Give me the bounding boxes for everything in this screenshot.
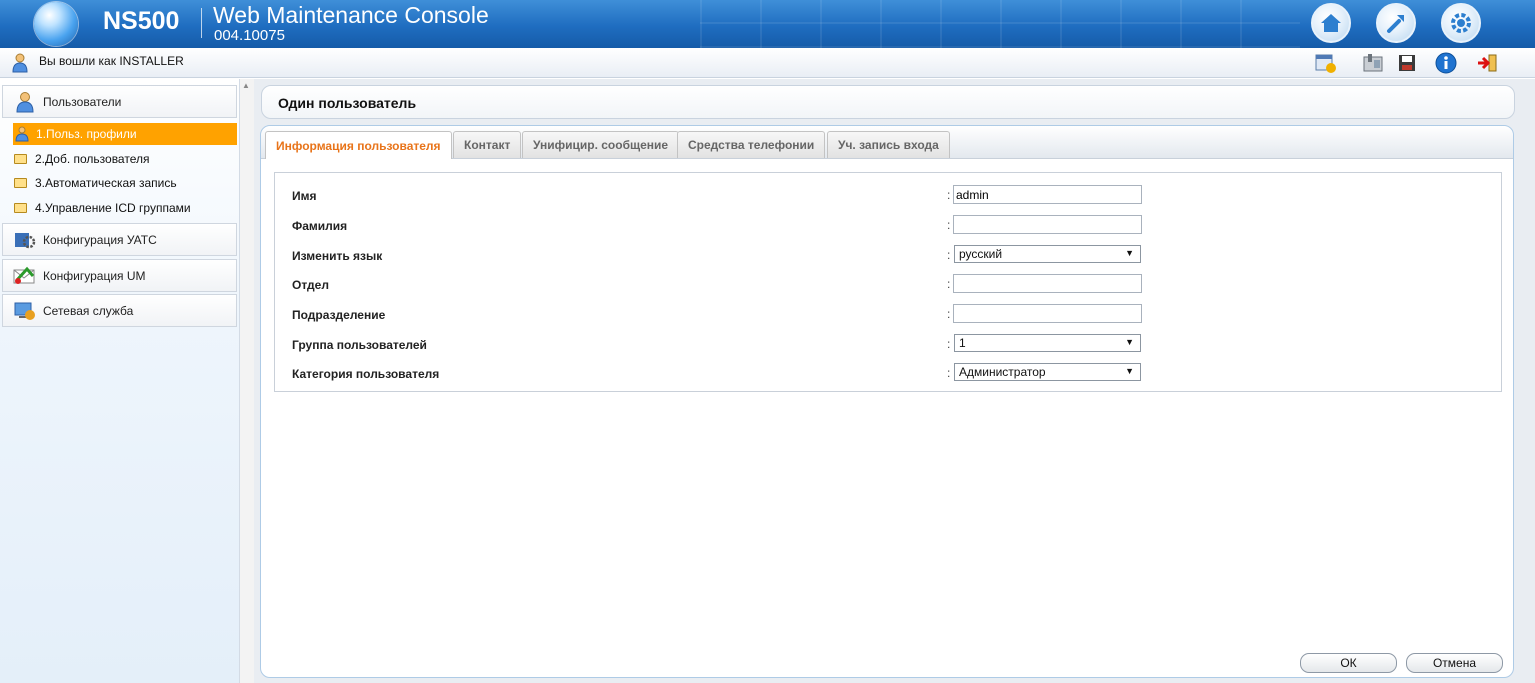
tab-login-account[interactable]: Уч. запись входа — [827, 131, 950, 158]
user-info-form: Имя : Фамилия : Изменить язык : русский … — [274, 172, 1502, 392]
content-panel: Информация пользователя Контакт Унифицир… — [260, 125, 1514, 678]
calendar-alert-button[interactable] — [1315, 53, 1337, 73]
page-title: Один пользователь — [278, 95, 417, 111]
login-status-text: Вы вошли как INSTALLER — [39, 54, 184, 68]
sidebar-item-user-profiles[interactable]: 1.Польз. профили — [13, 123, 237, 145]
field-label: Имя — [292, 189, 317, 203]
console-version: 004.10075 — [214, 27, 285, 44]
tab-user-info[interactable]: Информация пользователя — [265, 131, 452, 159]
sidebar: Пользователи 1.Польз. профили 2.Доб. пол… — [0, 79, 240, 683]
form-row-surname: Фамилия : — [275, 215, 1501, 239]
dropdown-arrow-icon: ▼ — [1125, 366, 1134, 376]
user-group-select[interactable]: 1 ▼ — [954, 334, 1141, 352]
division-input[interactable] — [953, 304, 1142, 323]
ok-button[interactable]: ОК — [1300, 653, 1397, 673]
gear-icon — [1451, 13, 1471, 33]
tab-bar: Информация пользователя Контакт Унифицир… — [261, 126, 1513, 159]
field-label: Изменить язык — [292, 249, 383, 263]
info-icon — [1435, 52, 1457, 74]
field-label: Группа пользователей — [292, 338, 427, 352]
field-label: Фамилия — [292, 219, 348, 233]
form-row-name: Имя : — [275, 185, 1501, 209]
form-row-department: Отдел : — [275, 274, 1501, 298]
sidebar-item-label: 1.Польз. профили — [36, 127, 137, 141]
field-label: Категория пользователя — [292, 367, 440, 381]
field-label: Подразделение — [292, 308, 386, 322]
sidebar-category-label: Конфигурация UM — [43, 268, 146, 283]
language-select[interactable]: русский ▼ — [954, 245, 1141, 263]
phone-button[interactable] — [1362, 53, 1384, 73]
sidebar-scrollbar[interactable]: ▲ — [240, 79, 254, 683]
sidebar-category-network-service[interactable]: Сетевая служба — [2, 294, 237, 327]
console-title: Web Maintenance Console — [213, 2, 489, 28]
dropdown-arrow-icon: ▼ — [1125, 248, 1134, 258]
sidebar-category-label: Пользователи — [43, 94, 122, 109]
user-icon — [13, 91, 37, 113]
form-row-user-group: Группа пользователей : 1 ▼ — [275, 334, 1501, 358]
product-name: NS500 — [103, 7, 180, 35]
form-row-language: Изменить язык : русский ▼ — [275, 245, 1501, 269]
sidebar-category-um-config[interactable]: Конфигурация UM — [2, 259, 237, 292]
info-button[interactable] — [1435, 52, 1457, 74]
tab-contact[interactable]: Контакт — [453, 131, 522, 158]
department-input[interactable] — [953, 274, 1142, 293]
status-bar: Вы вошли как INSTALLER — [0, 48, 1535, 78]
header-pattern — [700, 0, 1300, 48]
sidebar-category-label: Конфигурация УАТС — [43, 232, 157, 247]
wrench-icon — [1387, 15, 1404, 33]
scroll-up-icon[interactable]: ▲ — [242, 81, 250, 90]
surname-input[interactable] — [953, 215, 1142, 234]
calendar-alert-icon — [1315, 54, 1336, 73]
network-service-icon — [13, 300, 37, 322]
cancel-button[interactable]: Отмена — [1406, 653, 1503, 673]
select-value: русский — [959, 247, 1003, 261]
name-input[interactable] — [953, 185, 1142, 204]
pbx-config-icon — [13, 229, 37, 251]
sidebar-item-label: 3.Автоматическая запись — [35, 176, 177, 190]
select-value: 1 — [959, 336, 966, 350]
folder-icon — [14, 154, 27, 164]
logged-user-icon — [12, 53, 28, 73]
logout-icon — [1478, 54, 1497, 72]
page-title-panel: Один пользователь — [261, 85, 1515, 119]
folder-icon — [14, 203, 27, 213]
phone-icon — [1363, 54, 1383, 72]
app-header: NS500 Web Maintenance Console 004.10075 — [0, 0, 1535, 48]
tab-telephony[interactable]: Средства телефонии — [677, 131, 826, 158]
globe-logo-icon — [34, 2, 78, 46]
sidebar-category-label: Сетевая служба — [43, 303, 134, 318]
sidebar-item-label: 4.Управление ICD группами — [35, 201, 191, 215]
settings-button[interactable] — [1441, 3, 1481, 43]
header-separator — [201, 8, 202, 38]
um-config-icon — [13, 265, 37, 287]
select-value: Администратор — [959, 365, 1046, 379]
tools-button[interactable] — [1376, 3, 1416, 43]
field-label: Отдел — [292, 278, 329, 292]
form-row-division: Подразделение : — [275, 304, 1501, 328]
sidebar-item-add-users[interactable]: 2.Доб. пользователя — [13, 148, 237, 170]
home-icon — [1321, 14, 1341, 32]
home-button[interactable] — [1311, 3, 1351, 43]
dropdown-arrow-icon: ▼ — [1125, 337, 1134, 347]
sidebar-category-pbx-config[interactable]: Конфигурация УАТС — [2, 223, 237, 256]
folder-icon — [14, 178, 27, 188]
sidebar-category-users[interactable]: Пользователи — [2, 85, 237, 118]
sidebar-item-label: 2.Доб. пользователя — [35, 152, 150, 166]
sidebar-item-icd-groups[interactable]: 4.Управление ICD группами — [13, 197, 237, 219]
save-button[interactable] — [1396, 53, 1418, 73]
form-row-user-category: Категория пользователя : Администратор ▼ — [275, 363, 1501, 387]
sidebar-item-auto-record[interactable]: 3.Автоматическая запись — [13, 172, 237, 194]
user-category-select[interactable]: Администратор ▼ — [954, 363, 1141, 381]
logout-button[interactable] — [1476, 53, 1498, 73]
save-icon — [1399, 55, 1415, 71]
user-icon — [15, 126, 29, 142]
tab-unified-messaging[interactable]: Унифицир. сообщение — [522, 131, 680, 158]
